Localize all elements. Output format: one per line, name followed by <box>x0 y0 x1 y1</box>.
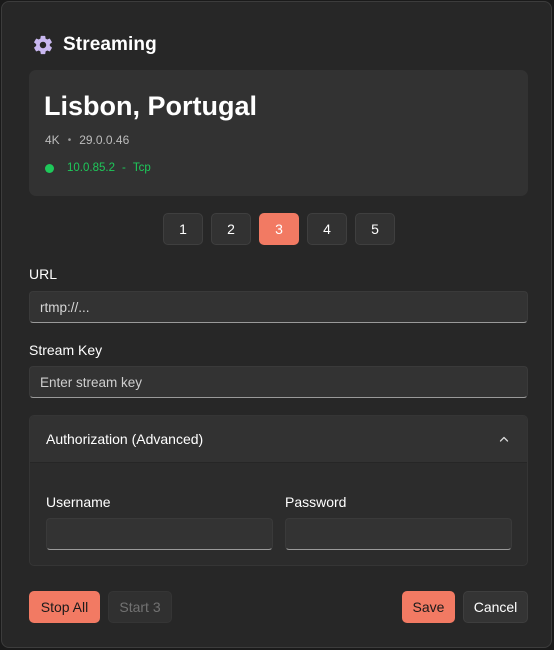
authorization-expander-header[interactable]: Authorization (Advanced) <box>30 416 527 463</box>
username-label: Username <box>46 494 111 510</box>
password-label: Password <box>285 494 347 510</box>
gear-icon <box>34 35 52 55</box>
server-location: Lisbon, Portugal <box>44 91 257 121</box>
meta-separator: • <box>67 134 72 146</box>
start-button[interactable]: Start 3 <box>108 591 172 623</box>
server-info-card: Lisbon, Portugal 4K • 29.0.0.46 10.0.85.… <box>29 70 528 196</box>
status-dot-icon <box>45 163 54 173</box>
page-button-3[interactable]: 3 <box>259 213 299 245</box>
streaming-dialog: Streaming Lisbon, Portugal 4K • 29.0.0.4… <box>1 1 552 648</box>
username-input[interactable] <box>46 518 273 550</box>
server-meta: 4K • 29.0.0.46 <box>45 133 129 147</box>
page-button-2[interactable]: 2 <box>211 213 251 245</box>
ip-address: 10.0.85.2 <box>67 162 115 174</box>
page-button-1[interactable]: 1 <box>163 213 203 245</box>
url-label: URL <box>29 266 58 282</box>
url-input[interactable]: rtmp://... <box>29 291 528 323</box>
protocol-text: Tcp <box>132 162 151 174</box>
stop-all-button[interactable]: Stop All <box>29 591 100 623</box>
chevron-up-icon <box>499 436 509 442</box>
connection-status: 10.0.85.2 - Tcp <box>45 162 151 174</box>
save-button[interactable]: Save <box>402 591 455 623</box>
dialog-title: Streaming <box>63 34 157 55</box>
authorization-expander: Authorization (Advanced) Username Passwo… <box>29 415 528 566</box>
connection-separator: - <box>121 162 126 174</box>
page-button-4[interactable]: 4 <box>307 213 347 245</box>
stream-key-input[interactable]: Enter stream key <box>29 366 528 398</box>
resolution-text: 4K <box>45 133 60 147</box>
dialog-header: Streaming <box>32 33 157 57</box>
stream-pager: 1 2 3 4 5 <box>163 213 395 245</box>
authorization-title: Authorization (Advanced) <box>46 431 204 447</box>
stream-key-label: Stream Key <box>29 342 103 358</box>
cancel-button[interactable]: Cancel <box>463 591 528 623</box>
page-button-5[interactable]: 5 <box>355 213 395 245</box>
password-input[interactable] <box>285 518 512 550</box>
version-text: 29.0.0.46 <box>79 133 130 147</box>
